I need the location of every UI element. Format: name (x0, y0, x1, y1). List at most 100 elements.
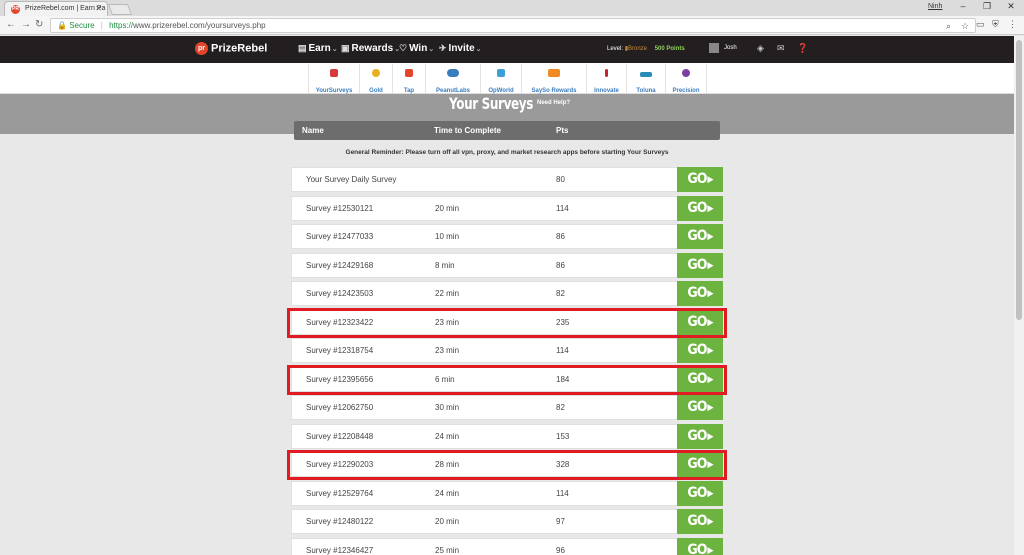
survey-row[interactable]: Survey #12477033 10 min 86 GO▶ (291, 224, 723, 249)
survey-row[interactable]: Survey #12208448 24 min 153 GO▶ (291, 424, 723, 449)
points-balance: 500 Points (654, 46, 685, 52)
play-arrow-icon: ▶ (707, 318, 713, 328)
window-user[interactable]: Ninh (928, 3, 942, 10)
help-icon[interactable]: ❓ (797, 43, 808, 54)
opworld-icon (497, 69, 505, 77)
go-button[interactable]: GO▶ (677, 424, 723, 449)
survey-row[interactable]: Survey #12423503 22 min 82 GO▶ (291, 281, 723, 306)
menu-win[interactable]: ♡ Win⌄ (399, 43, 434, 54)
survey-time: 28 min (435, 460, 460, 469)
scrollbar-thumb[interactable] (1016, 40, 1022, 320)
page-scrollbar[interactable] (1014, 36, 1024, 555)
forward-icon[interactable]: → (21, 19, 31, 30)
go-button[interactable]: GO▶ (677, 253, 723, 278)
go-button[interactable]: GO▶ (677, 196, 723, 221)
survey-name: Survey #12429168 (306, 261, 374, 270)
go-button[interactable]: GO▶ (677, 395, 723, 420)
earn-icon: ▤ (298, 43, 307, 53)
go-button[interactable]: GO▶ (677, 310, 723, 335)
mail-icon[interactable]: ✉ (777, 43, 785, 54)
play-arrow-icon: ▶ (707, 175, 713, 185)
play-arrow-icon: ▶ (707, 346, 713, 356)
offerwall-innovate[interactable]: Innovate (586, 64, 626, 94)
offerwall-tap[interactable]: Tap (392, 64, 425, 94)
close-tab-icon[interactable]: ✕ (95, 4, 102, 13)
survey-row[interactable]: Survey #12480122 20 min 97 GO▶ (291, 509, 723, 534)
survey-time: 10 min (435, 232, 460, 241)
menu-rewards[interactable]: ▣ Rewards⌄ (341, 43, 400, 54)
url-input[interactable]: 🔒 Secure | https://www.prizerebel.com/yo… (50, 18, 976, 33)
cast-icon[interactable]: ▭ (976, 19, 985, 30)
site-header: pr PrizeRebel ▤ Earn⌄ ▣ Rewards⌄ ♡ Win⌄ ✈ Inv… (0, 36, 1024, 63)
offerwall-peanutlabs[interactable]: PeanutLabs (425, 64, 480, 94)
go-button[interactable]: GO▶ (677, 167, 723, 192)
survey-name: Your Survey Daily Survey (306, 175, 397, 184)
survey-pts: 114 (556, 346, 569, 355)
offerwall-opworld[interactable]: OpWorld (480, 64, 521, 94)
ticket-icon[interactable]: ◈ (757, 43, 764, 54)
play-arrow-icon: ▶ (707, 289, 713, 299)
column-pts: Pts (556, 126, 569, 135)
survey-time: 6 min (435, 375, 455, 384)
survey-time: 25 min (435, 546, 460, 555)
back-icon[interactable]: ← (6, 19, 16, 30)
username[interactable]: Josh (724, 45, 737, 51)
offerwall-yoursurveys[interactable]: YourSurveys (308, 64, 359, 94)
go-button[interactable]: GO▶ (677, 281, 723, 306)
survey-row[interactable]: Survey #12429168 8 min 86 GO▶ (291, 253, 723, 278)
go-button[interactable]: GO▶ (677, 338, 723, 363)
heart-icon: ♡ (399, 43, 408, 53)
logo-mark-icon: pr (195, 42, 208, 55)
close-window-icon[interactable]: ✕ (1004, 1, 1018, 12)
go-button[interactable]: GO▶ (677, 367, 723, 392)
survey-row[interactable]: Survey #12323422 23 min 235 GO▶ (291, 310, 723, 335)
browser-tab[interactable]: PR PrizeRebel.com | Earn Pa ✕ (4, 1, 108, 16)
go-button[interactable]: GO▶ (677, 538, 723, 555)
restore-icon[interactable]: ❐ (980, 1, 994, 12)
survey-row[interactable]: Survey #12346427 25 min 96 GO▶ (291, 538, 723, 555)
minimize-icon[interactable]: – (956, 1, 970, 11)
survey-time: 23 min (435, 318, 460, 327)
survey-name: Survey #12208448 (306, 432, 374, 441)
zoom-icon[interactable]: ⌕ (946, 20, 951, 33)
survey-pts: 86 (556, 261, 565, 270)
survey-time: 30 min (435, 403, 460, 412)
offerwall-toluna[interactable]: Toluna (626, 64, 665, 94)
bookmark-star-icon[interactable]: ☆ (961, 20, 969, 33)
avatar[interactable] (709, 43, 719, 53)
url-path: www.prizerebel.com/yoursurveys.php (133, 21, 266, 30)
chrome-menu-icon[interactable]: ⋮ (1008, 19, 1017, 30)
survey-row[interactable]: Survey #12290203 28 min 328 GO▶ (291, 452, 723, 477)
survey-row[interactable]: Survey #12529764 24 min 114 GO▶ (291, 481, 723, 506)
extension-icon[interactable]: ⛨ (992, 19, 999, 30)
go-button[interactable]: GO▶ (677, 481, 723, 506)
menu-invite[interactable]: ✈ Invite⌄ (439, 43, 482, 54)
new-tab-button[interactable] (107, 4, 133, 15)
play-arrow-icon: ▶ (707, 489, 713, 499)
tap-icon (405, 69, 413, 77)
go-button[interactable]: GO▶ (677, 452, 723, 477)
survey-row[interactable]: Survey #12062750 30 min 82 GO▶ (291, 395, 723, 420)
go-button[interactable]: GO▶ (677, 224, 723, 249)
survey-pts: 114 (556, 489, 569, 498)
favicon-icon: PR (11, 5, 20, 14)
survey-row[interactable]: Your Survey Daily Survey 80 GO▶ (291, 167, 723, 192)
survey-row[interactable]: Survey #12395656 6 min 184 GO▶ (291, 367, 723, 392)
need-help-link[interactable]: Need Help? (537, 100, 570, 106)
offerwall-sayso-rewards[interactable]: SaySo Rewards (521, 64, 586, 94)
offerwall-gold[interactable]: Gold (359, 64, 392, 94)
reload-icon[interactable]: ↻ (35, 19, 43, 30)
menu-earn[interactable]: ▤ Earn⌄ (298, 43, 338, 54)
offerwall-precision[interactable]: Precision (665, 64, 707, 94)
survey-name: Survey #12530121 (306, 204, 374, 213)
url-scheme: https:// (109, 21, 134, 30)
go-button[interactable]: GO▶ (677, 509, 723, 534)
survey-row[interactable]: Survey #12530121 20 min 114 GO▶ (291, 196, 723, 221)
survey-time: 22 min (435, 289, 460, 298)
survey-time: 20 min (435, 204, 460, 213)
chevron-down-icon: ⌄ (331, 46, 338, 53)
offerwall-bar: YourSurveys Gold Tap PeanutLabs OpWorld … (0, 63, 1024, 94)
survey-row[interactable]: Survey #12318754 23 min 114 GO▶ (291, 338, 723, 363)
play-arrow-icon: ▶ (707, 517, 713, 527)
prizerebel-logo[interactable]: pr PrizeRebel (195, 42, 267, 55)
